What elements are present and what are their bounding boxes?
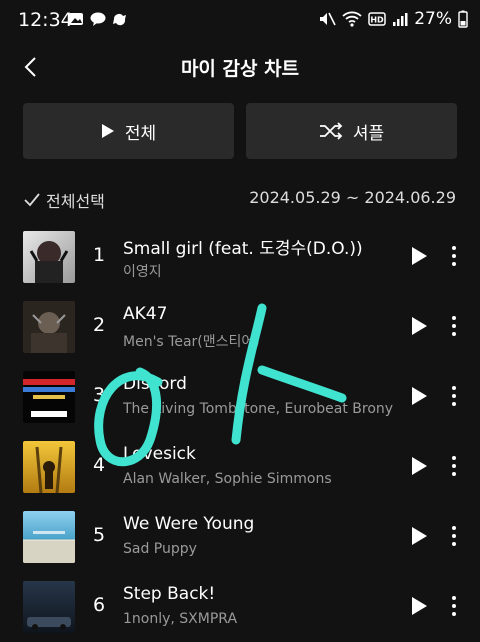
mute-icon <box>320 12 336 26</box>
system-status: HD 27% <box>318 9 468 29</box>
play-icon[interactable] <box>409 386 429 406</box>
album-art <box>23 441 75 493</box>
track-title: Step Back! <box>123 584 216 604</box>
play-icon[interactable] <box>409 316 429 336</box>
track-artist: 이영지 <box>123 264 162 280</box>
hd-icon: HD <box>368 12 386 26</box>
album-art <box>23 581 75 633</box>
talk-icon <box>90 12 106 26</box>
battery-percent: 27% <box>414 9 452 29</box>
link-icon <box>113 13 126 26</box>
play-all-label: 전체 <box>124 123 157 144</box>
selection-row: 전체선택 2024.05.29 ~ 2024.06.29 <box>24 188 456 212</box>
track-title: Lovesick <box>123 444 196 464</box>
track-row[interactable]: 1 Small girl (feat. 도경수(D.O.)) 이영지 <box>0 222 480 292</box>
more-icon[interactable] <box>447 245 461 267</box>
track-artist: 1nonly, SXMPRA <box>123 611 238 627</box>
track-title: Discord <box>123 374 187 394</box>
track-rank: 4 <box>92 454 106 476</box>
track-row[interactable]: 5 We Were Young Sad Puppy <box>0 502 480 572</box>
more-icon[interactable] <box>447 525 461 547</box>
track-title: AK47 <box>123 304 168 324</box>
album-art <box>23 511 75 563</box>
more-icon[interactable] <box>447 385 461 407</box>
track-rank: 6 <box>92 594 106 616</box>
play-icon[interactable] <box>409 526 429 546</box>
play-icon <box>101 124 114 138</box>
track-artist: Alan Walker, Sophie Simmons <box>123 471 332 487</box>
play-all-button[interactable]: 전체 <box>23 103 234 159</box>
album-art <box>23 371 75 423</box>
app-header: 마이 감상 차트 <box>0 45 480 89</box>
track-artist: Men's Tear(맨스티어) <box>123 334 260 350</box>
signal-icon <box>393 13 408 26</box>
album-art <box>23 301 75 353</box>
shuffle-label: 셔플 <box>352 123 385 144</box>
play-icon[interactable] <box>409 456 429 476</box>
check-icon <box>24 193 40 207</box>
track-row[interactable]: 4 Lovesick Alan Walker, Sophie Simmons <box>0 432 480 502</box>
gallery-icon <box>69 13 83 25</box>
battery-icon <box>458 10 468 28</box>
track-rank: 2 <box>92 314 106 336</box>
play-icon[interactable] <box>409 246 429 266</box>
track-artist: Sad Puppy <box>123 541 197 557</box>
notification-icons <box>68 11 128 27</box>
album-art <box>23 231 75 283</box>
track-rank: 1 <box>92 244 106 266</box>
track-rank: 3 <box>92 384 106 406</box>
wifi-icon <box>342 11 362 27</box>
select-all-label: 전체선택 <box>46 192 105 211</box>
track-title: Small girl (feat. 도경수(D.O.)) <box>123 239 363 259</box>
svg-text:HD: HD <box>371 16 385 25</box>
track-row[interactable]: 6 Step Back! 1nonly, SXMPRA <box>0 572 480 642</box>
more-icon[interactable] <box>447 315 461 337</box>
track-row[interactable]: 3 Discord The Living Tombstone, Eurobeat… <box>0 362 480 432</box>
track-title: We Were Young <box>123 514 255 534</box>
select-all-toggle[interactable]: 전체선택 <box>24 188 105 212</box>
date-range: 2024.05.29 ~ 2024.06.29 <box>249 188 456 207</box>
track-rank: 5 <box>92 524 106 546</box>
more-icon[interactable] <box>447 455 461 477</box>
status-bar: 12:34 HD 27% <box>0 0 480 40</box>
page-title: 마이 감상 차트 <box>180 58 300 80</box>
track-artist: The Living Tombstone, Eurobeat Brony <box>123 401 394 417</box>
play-icon[interactable] <box>409 596 429 616</box>
more-icon[interactable] <box>447 595 461 617</box>
track-row[interactable]: 2 AK47 Men's Tear(맨스티어) <box>0 292 480 362</box>
shuffle-button[interactable]: 셔플 <box>246 103 457 159</box>
shuffle-icon <box>319 122 343 140</box>
status-time: 12:34 <box>18 9 73 31</box>
